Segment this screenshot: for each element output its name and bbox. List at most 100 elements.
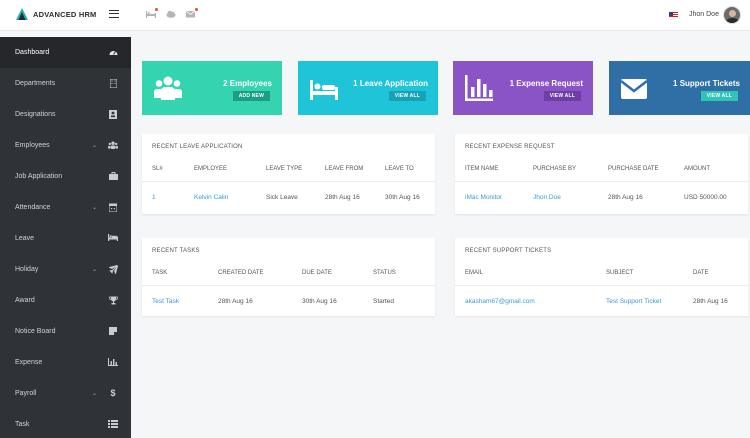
recent-leave-panel: RECENT LEAVE APPLICATION SL# EMPLOYEE LE…	[142, 134, 435, 214]
mail-icon[interactable]	[185, 8, 198, 18]
cloud-icon[interactable]	[166, 10, 176, 18]
notification-dot	[155, 8, 158, 11]
stat-title: 1 Leave Application	[353, 79, 428, 88]
sidebar: Dashboard Departments Designations Emplo…	[0, 37, 131, 438]
sidebar-item-expense[interactable]: Expense	[0, 347, 131, 378]
column-header: AMOUNT	[684, 166, 710, 172]
sidebar-item-notice-board[interactable]: Notice Board	[0, 316, 131, 347]
avatar[interactable]	[723, 6, 741, 24]
notification-dot	[195, 8, 198, 11]
brand-name: ADVANCED HRM	[33, 9, 97, 19]
sidebar-item-attendance[interactable]: Attendance ⌄	[0, 192, 131, 223]
column-header: EMAIL	[465, 270, 484, 276]
sidebar-item-payroll[interactable]: Payroll ⌄ $	[0, 378, 131, 409]
sidebar-item-dashboard[interactable]: Dashboard	[0, 37, 131, 68]
sidebar-item-label: Employees	[15, 142, 50, 149]
column-header: PURCHASE DATE	[608, 166, 659, 172]
divider	[142, 285, 435, 286]
divider	[455, 285, 748, 286]
column-header: DATE	[693, 270, 709, 276]
column-header: SL#	[152, 166, 163, 172]
chevron-down-icon: ⌄	[92, 205, 98, 211]
column-header: ITEM NAME	[465, 166, 499, 172]
bar-chart-icon	[465, 75, 493, 101]
view-all-button[interactable]: VIEW ALL	[388, 91, 426, 101]
chevron-down-icon: ⌄	[92, 143, 98, 149]
sidebar-item-label: Dashboard	[15, 49, 50, 56]
column-header: LEAVE TO	[385, 166, 414, 172]
dashboard-icon	[108, 48, 118, 57]
sidebar-item-holiday[interactable]: Holiday ⌄	[0, 254, 131, 285]
sidebar-item-label: Notice Board	[15, 328, 56, 335]
sidebar-item-label: Designations	[15, 111, 56, 118]
building-icon	[108, 78, 118, 89]
table-cell[interactable]: Test Task	[152, 298, 179, 305]
recent-expense-panel: RECENT EXPENSE REQUEST ITEM NAME PURCHAS…	[455, 134, 748, 214]
table-cell: Started	[373, 298, 394, 305]
users-icon	[154, 76, 182, 100]
user-name[interactable]: Jhon Doe	[689, 11, 719, 18]
sidebar-item-departments[interactable]: Departments	[0, 68, 131, 99]
table-cell: 28th Aug 16	[608, 194, 643, 201]
sidebar-item-job-application[interactable]: Job Application	[0, 161, 131, 192]
id-card-icon	[108, 110, 118, 119]
table-cell: 28th Aug 16	[325, 194, 360, 201]
view-all-button[interactable]: VIEW ALL	[543, 91, 581, 101]
sidebar-item-employees[interactable]: Employees ⌄	[0, 130, 131, 161]
table-cell[interactable]: Test Support Ticket	[606, 298, 661, 305]
bed-icon[interactable]	[146, 8, 158, 18]
table-cell[interactable]: 1	[152, 194, 156, 201]
view-all-button[interactable]: VIEW ALL	[700, 91, 738, 101]
table-cell[interactable]: Jhon Doe	[533, 194, 561, 201]
sidebar-item-award[interactable]: Award	[0, 285, 131, 316]
divider	[455, 181, 748, 182]
table-cell[interactable]: akasham67@gmail.com	[465, 298, 535, 305]
stat-title: 1 Expense Request	[509, 79, 583, 88]
bed-icon	[108, 234, 118, 243]
column-header: SUBJECT	[606, 270, 634, 276]
stat-card-leave: 1 Leave Application VIEW ALL	[298, 61, 438, 115]
table-cell: 28th Aug 16	[218, 298, 253, 305]
briefcase-icon	[108, 172, 118, 181]
add-new-button[interactable]: ADD NEW	[232, 91, 270, 101]
chevron-down-icon: ⌄	[92, 267, 98, 273]
sidebar-item-label: Payroll	[15, 390, 37, 397]
notice-icon	[108, 327, 118, 336]
column-header: LEAVE TYPE	[266, 166, 303, 172]
table-cell: 28th Aug 16	[693, 298, 728, 305]
sidebar-item-label: Task	[15, 421, 30, 428]
recent-tasks-panel: RECENT TASKS TASK CREATED DATE DUE DATE …	[142, 238, 435, 316]
recent-tickets-panel: RECENT SUPPORT TICKETS EMAIL SUBJECT DAT…	[455, 238, 748, 316]
sidebar-item-label: Job Application	[15, 173, 63, 180]
divider	[142, 181, 435, 182]
envelope-icon	[621, 79, 648, 99]
top-bar: ADVANCED HRM Jhon Doe	[0, 0, 750, 31]
menu-toggle-icon[interactable]	[109, 10, 119, 18]
sidebar-item-leave[interactable]: Leave	[0, 223, 131, 254]
sidebar-item-designations[interactable]: Designations	[0, 99, 131, 130]
table-cell[interactable]: iMac Monitor	[465, 194, 502, 201]
panel-title: RECENT LEAVE APPLICATION	[152, 144, 243, 150]
panel-title: RECENT TASKS	[152, 248, 200, 254]
table-cell: 30th Aug 16	[302, 298, 337, 305]
sidebar-item-label: Departments	[15, 80, 56, 87]
column-header: LEAVE FROM	[325, 166, 364, 172]
sidebar-item-label: Award	[15, 297, 35, 304]
table-cell[interactable]: Kelvin Calin	[194, 194, 228, 201]
table-cell: Sick Leave	[266, 194, 298, 201]
sidebar-item-task[interactable]: Task	[0, 409, 131, 438]
panel-title: RECENT SUPPORT TICKETS	[465, 248, 552, 254]
plane-icon	[107, 264, 118, 275]
users-icon	[108, 141, 118, 150]
stat-card-support: 1 Support Tickets VIEW ALL	[609, 61, 750, 115]
stat-title: 1 Support Tickets	[673, 79, 740, 88]
stat-card-employees: 2 Employees ADD NEW	[142, 61, 282, 115]
stat-title: 2 Employees	[223, 79, 272, 88]
table-cell: 30th Aug 16	[385, 194, 420, 201]
sidebar-item-label: Attendance	[15, 204, 51, 211]
brand[interactable]: ADVANCED HRM	[16, 8, 97, 20]
table-cell: USD 50000.00	[684, 194, 727, 201]
us-flag-icon[interactable]	[669, 12, 678, 18]
column-header: STATUS	[373, 270, 396, 276]
column-header: DUE DATE	[302, 270, 332, 276]
